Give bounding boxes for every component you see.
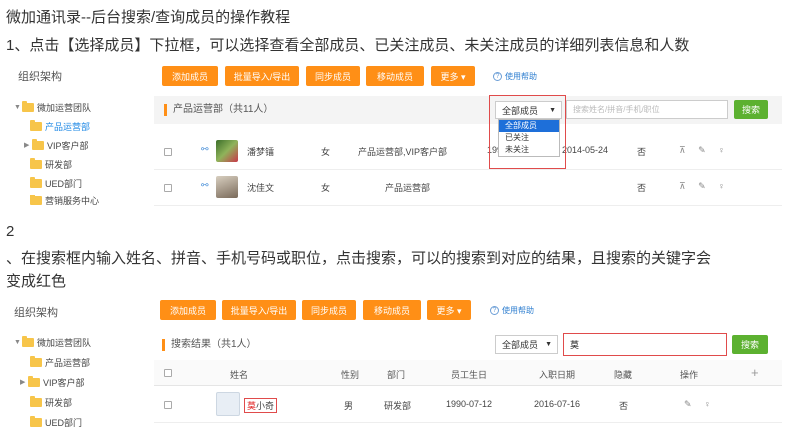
tree-node-product[interactable]: 产品运营部 bbox=[30, 119, 90, 133]
sync-member-button[interactable]: 同步成员 bbox=[302, 300, 356, 320]
folder-icon bbox=[30, 355, 42, 367]
folder-icon bbox=[30, 176, 42, 188]
folder-icon bbox=[30, 157, 42, 169]
tree-node-rd[interactable]: 研发部 bbox=[30, 157, 72, 171]
more-button[interactable]: 更多 ▾ bbox=[427, 300, 471, 320]
member-dept: 产品运营部,VIP客户部 bbox=[358, 147, 448, 157]
col-birthday: 员工生日 bbox=[451, 370, 488, 380]
col-hidden: 隐藏 bbox=[614, 370, 633, 380]
member-dept: 研发部 bbox=[384, 401, 412, 411]
tree-node-product[interactable]: 产品运营部 bbox=[30, 355, 90, 369]
member-name[interactable]: 沈佳文 bbox=[247, 181, 274, 194]
doc-title: 微加通讯录--后台搜索/查询成员的操作教程 bbox=[6, 9, 291, 26]
tree-node-vip[interactable]: ▶ VIP客户部 bbox=[24, 138, 89, 152]
tree-node-root[interactable]: ▼ 微加运营团队 bbox=[14, 335, 91, 349]
col-join-date: 入职日期 bbox=[539, 370, 576, 380]
step2-line1: 、在搜索框内输入姓名、拼音、手机号码或职位，点击搜索，可以的搜索到对应的结果，且… bbox=[6, 250, 712, 267]
question-icon: ? bbox=[490, 306, 499, 315]
search-input[interactable]: 搜索姓名/拼音/手机/职位 bbox=[566, 100, 728, 119]
search-button[interactable]: 搜索 bbox=[732, 335, 768, 354]
add-member-button[interactable]: 添加成员 bbox=[160, 300, 216, 320]
step2-num: 2 bbox=[6, 223, 15, 240]
link-icon: ⚯ bbox=[201, 144, 209, 154]
avatar bbox=[216, 140, 238, 162]
member-dept: 产品运营部 bbox=[385, 183, 431, 193]
folder-icon bbox=[30, 119, 42, 131]
more-button[interactable]: 更多 ▾ bbox=[431, 66, 475, 86]
add-column-icon[interactable]: + bbox=[751, 365, 759, 380]
member-gender: 女 bbox=[321, 147, 331, 157]
select-all-checkbox[interactable] bbox=[164, 369, 172, 377]
col-name: 姓名 bbox=[230, 370, 249, 380]
col-dept: 部门 bbox=[387, 370, 406, 380]
keyword-highlight: 莫 bbox=[247, 401, 257, 411]
table-header: 姓名 性别 部门 员工生日 入职日期 隐藏 操作 + bbox=[154, 360, 782, 386]
folder-icon bbox=[30, 395, 42, 407]
help-link[interactable]: ? 使用帮助 bbox=[493, 71, 537, 82]
row-checkbox[interactable] bbox=[164, 148, 172, 156]
col-actions: 操作 bbox=[680, 370, 699, 380]
tree-node-ued[interactable]: UED部门 bbox=[30, 415, 82, 429]
row-checkbox[interactable] bbox=[164, 401, 172, 409]
member-gender: 男 bbox=[344, 401, 354, 411]
section-title: 搜索结果（共1人） bbox=[162, 339, 257, 351]
sync-member-button[interactable]: 同步成员 bbox=[306, 66, 360, 86]
add-member-button[interactable]: 添加成员 bbox=[162, 66, 218, 86]
section-title: 产品运营部（共11人） bbox=[164, 104, 273, 116]
sidebar-title: 组织架构 bbox=[18, 71, 62, 83]
row-actions[interactable]: ⊼ ✎ ♀ bbox=[679, 181, 730, 192]
search-button[interactable]: 搜索 bbox=[734, 100, 768, 119]
folder-icon bbox=[30, 195, 42, 205]
highlight-box bbox=[489, 95, 566, 169]
move-member-button[interactable]: 移动成员 bbox=[363, 300, 421, 320]
member-hidden: 否 bbox=[619, 401, 629, 411]
member-hidden: 否 bbox=[637, 147, 647, 157]
folder-icon bbox=[30, 415, 42, 427]
tree-node-ued[interactable]: UED部门 bbox=[30, 176, 82, 190]
avatar bbox=[216, 176, 238, 198]
folder-icon bbox=[32, 138, 44, 150]
col-gender: 性别 bbox=[341, 370, 360, 380]
member-join-date: 2016-07-16 bbox=[534, 399, 581, 409]
sidebar-title: 组织架构 bbox=[14, 307, 58, 319]
member-birthday: 1990-07-12 bbox=[446, 399, 493, 409]
table-row[interactable]: 莫小奇 男 研发部 1990-07-12 2016-07-16 否 ✎ ♀ bbox=[154, 387, 782, 423]
member-filter-select[interactable]: 全部成员 ▼ bbox=[495, 335, 558, 354]
step1-text: 1、点击【选择成员】下拉框，可以选择查看全部成员、已关注成员、未关注成员的详细列… bbox=[6, 37, 690, 54]
search-input[interactable]: 莫 bbox=[563, 333, 727, 356]
folder-icon bbox=[22, 335, 34, 347]
folder-icon bbox=[28, 375, 40, 387]
member-gender: 女 bbox=[321, 183, 331, 193]
row-actions[interactable]: ✎ ♀ bbox=[684, 399, 716, 410]
folder-icon bbox=[22, 100, 34, 112]
avatar bbox=[216, 392, 240, 416]
member-name[interactable]: 潘梦镭 bbox=[247, 145, 274, 158]
member-hidden: 否 bbox=[637, 183, 647, 193]
help-link[interactable]: ? 使用帮助 bbox=[490, 305, 534, 316]
tree-node-vip[interactable]: ▶ VIP客户部 bbox=[20, 375, 85, 389]
step2-line2: 变成红色 bbox=[6, 273, 67, 290]
row-checkbox[interactable] bbox=[164, 184, 172, 192]
table-row[interactable]: ⚯ 潘梦镭 女 产品运营部,VIP客户部 1990- 2014-05-24 否 … bbox=[154, 134, 782, 170]
member-name[interactable]: 莫小奇 bbox=[244, 398, 278, 413]
tree-node-root[interactable]: ▼ 微加运营团队 bbox=[14, 100, 91, 114]
table-row[interactable]: ⚯ 沈佳文 女 产品运营部 否 ⊼ ✎ ♀ bbox=[154, 170, 782, 206]
tree-node-rd[interactable]: 研发部 bbox=[30, 395, 72, 409]
import-export-button[interactable]: 批量导入/导出 bbox=[225, 66, 299, 86]
chevron-down-icon: ▼ bbox=[545, 341, 552, 348]
link-icon: ⚯ bbox=[201, 180, 209, 190]
question-icon: ? bbox=[493, 72, 502, 81]
move-member-button[interactable]: 移动成员 bbox=[366, 66, 424, 86]
member-join-date: 2014-05-24 bbox=[562, 145, 609, 155]
tree-node-marketing[interactable]: 营销服务中心 bbox=[30, 195, 99, 205]
row-actions[interactable]: ⊼ ✎ ♀ bbox=[679, 145, 730, 156]
import-export-button[interactable]: 批量导入/导出 bbox=[222, 300, 296, 320]
